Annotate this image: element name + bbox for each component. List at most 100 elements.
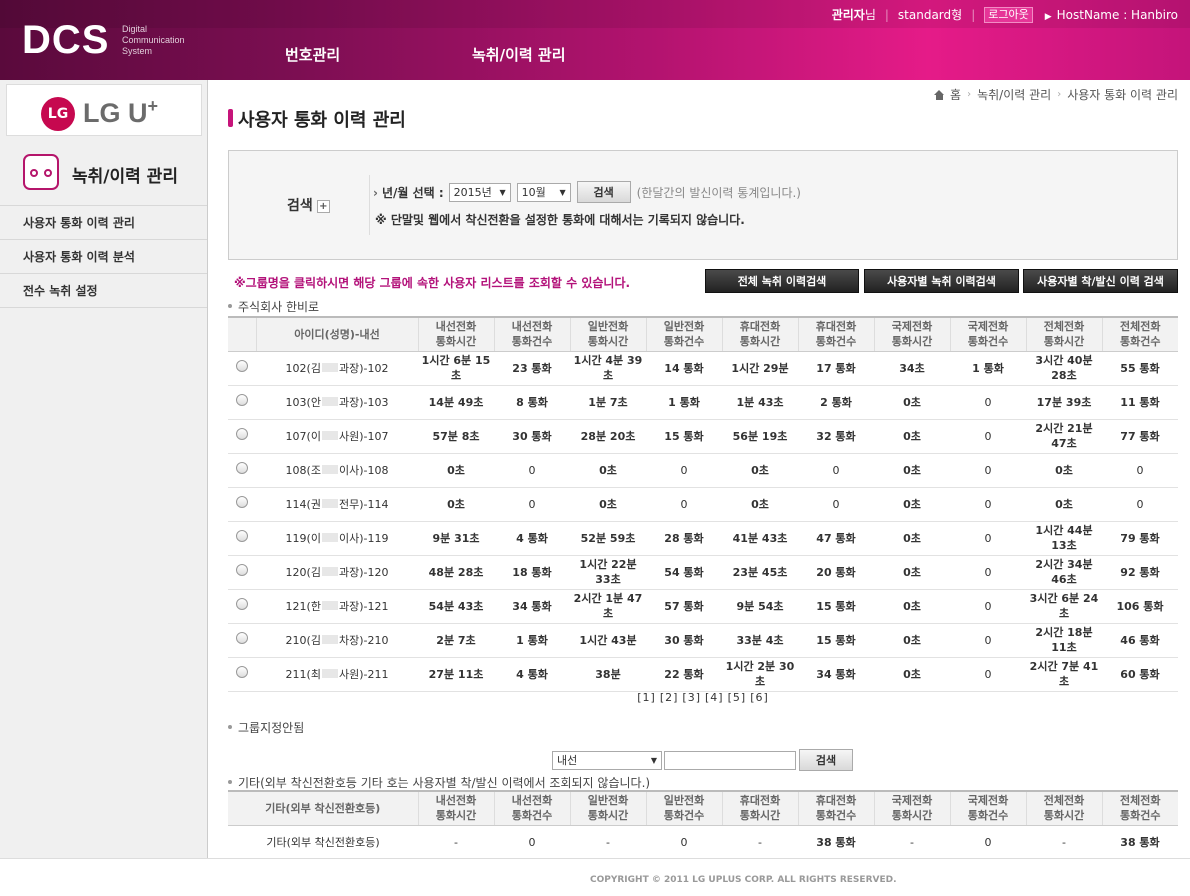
search-hint: (한달간의 발신이력 통계입니다.) xyxy=(636,185,801,200)
user-id-cell: 121(한 과장)-121 xyxy=(256,589,418,624)
stat-cell: 0 xyxy=(950,521,1026,556)
stat-cell: 0 xyxy=(950,453,1026,488)
stat-cell: 9분 54초 xyxy=(722,589,798,624)
stat-cell: 0초 xyxy=(874,555,950,590)
group-name-unassigned[interactable]: 그룹지정안됨 xyxy=(228,719,304,736)
stat-cell: - xyxy=(418,825,494,860)
row-radio-button[interactable] xyxy=(236,564,248,576)
stat-cell: 2시간 34분 46초 xyxy=(1026,555,1102,590)
all-recording-search-button[interactable]: 전체 녹취 이력검색 xyxy=(705,269,859,293)
row-radio-button[interactable] xyxy=(236,428,248,440)
stat-cell: 0 xyxy=(950,555,1026,590)
page-link[interactable]: [4] xyxy=(705,691,724,704)
hostname-label: ▶ HostName : Hanbiro xyxy=(1044,7,1178,22)
masked-name xyxy=(321,498,338,508)
breadcrumb-current: 사용자 통화 이력 관리 xyxy=(1067,88,1178,102)
stat-cell: 48분 28초 xyxy=(418,555,494,590)
stat-cell: 0초 xyxy=(418,453,494,488)
search-button[interactable]: 검색 xyxy=(576,181,631,203)
stat-cell: 23분 45초 xyxy=(722,555,798,590)
stat-cell: 15 통화 xyxy=(646,419,722,454)
group-name-hanbiro[interactable]: 주식회사 한비로 xyxy=(228,298,319,315)
breadcrumb-home[interactable]: 홈 xyxy=(950,86,961,103)
user-call-history-search-button[interactable]: 사용자별 착/발신 이력 검색 xyxy=(1023,269,1178,293)
stat-cell: 2분 7초 xyxy=(418,623,494,658)
home-icon xyxy=(934,89,945,100)
column-header: 내선전화 통화시간 xyxy=(417,316,494,352)
stat-cell: 55 통화 xyxy=(1102,351,1178,386)
sidebar-item-full-recording[interactable]: 전수 녹취 설정 xyxy=(0,274,207,308)
table-row: 기타(외부 착신전환호등) -0-0-38 통화 -0-38 통화 xyxy=(228,825,1178,860)
user-id-cell: 107(이 사원)-107 xyxy=(256,419,418,454)
row-radio-button[interactable] xyxy=(236,394,248,406)
year-select[interactable]: 2015년 ▼ xyxy=(448,182,511,202)
column-header: 내선전화 통화시간 xyxy=(417,790,494,826)
stat-cell: 0 xyxy=(950,589,1026,624)
stat-cell: 0초 xyxy=(874,657,950,692)
row-radio-button[interactable] xyxy=(236,632,248,644)
row-radio-button[interactable] xyxy=(236,360,248,372)
table-row: 211(최 사원)-211 27분 11초 4 통화 38분 22 통화 1시간 2분 30… xyxy=(228,657,1178,692)
stat-cell: 17분 39초 xyxy=(1026,385,1102,420)
masked-name xyxy=(321,668,338,678)
lg-circle-icon: LG xyxy=(41,97,75,131)
stat-cell: 0초 xyxy=(1026,453,1102,488)
month-select[interactable]: 10월 ▼ xyxy=(516,182,571,202)
stat-cell: 2시간 21분 47초 xyxy=(1026,419,1102,454)
table-row: 121(한 과장)-121 54분 43초 34 통화 2시간 1분 47초 57 통화 9… xyxy=(228,589,1178,624)
table-row: 119(이 이사)-119 9분 31초 4 통화 52분 59초 28 통화 41분 43… xyxy=(228,521,1178,556)
stat-cell: 0 xyxy=(950,419,1026,454)
select-column-header xyxy=(228,316,256,352)
sidebar-item-call-history[interactable]: 사용자 통화 이력 관리 xyxy=(0,206,207,240)
column-header: 국제전화 통화건수 xyxy=(949,316,1026,352)
table-row: 114(권 전무)-114 0초 0 0초 0 0초 0 0초 0 0초 0 xyxy=(228,487,1178,522)
row-radio-button[interactable] xyxy=(236,462,248,474)
column-header: 전체전화 통화시간 xyxy=(1025,790,1102,826)
sidebar-item-call-analysis[interactable]: 사용자 통화 이력 분석 xyxy=(0,240,207,274)
stat-cell: 0초 xyxy=(570,453,646,488)
table-row: 108(조 이사)-108 0초 0 0초 0 0초 0 0초 0 0초 0 xyxy=(228,453,1178,488)
stat-cell: 1시간 6분 15초 xyxy=(418,351,494,386)
table-row: 102(김 과장)-102 1시간 6분 15초 23 통화 1시간 4분 39초 14 … xyxy=(228,351,1178,386)
stat-cell: 0초 xyxy=(722,487,798,522)
row-radio-button[interactable] xyxy=(236,598,248,610)
row-radio-button[interactable] xyxy=(236,496,248,508)
user-id-cell: 108(조 이사)-108 xyxy=(256,453,418,488)
column-header: 기타(외부 착신전환호등) xyxy=(228,790,418,826)
plus-icon[interactable]: + xyxy=(316,200,330,213)
sidebar: LG LG U+ 녹취/이력 관리 사용자 통화 이력 관리 사용자 통화 이력… xyxy=(0,80,208,858)
filter-input[interactable] xyxy=(664,750,796,770)
date-select-label: 년/월 선택 : xyxy=(373,184,444,201)
stat-cell: 0 xyxy=(950,623,1026,658)
search-label: 검색 + xyxy=(287,195,330,215)
sidebar-section-title: 녹취/이력 관리 xyxy=(0,146,207,206)
stat-cell: 38 통화 xyxy=(798,825,874,860)
page-link[interactable]: [6] xyxy=(750,691,769,704)
filter-select[interactable]: 내선 ▼ xyxy=(552,750,662,770)
column-header: 내선전화 통화건수 xyxy=(493,790,570,826)
stat-cell: 32 통화 xyxy=(798,419,874,454)
page-link[interactable]: [5] xyxy=(728,691,747,704)
row-radio-button[interactable] xyxy=(236,666,248,678)
masked-name xyxy=(321,532,338,542)
filter-search-button[interactable]: 검색 xyxy=(799,749,853,771)
user-id-cell: 102(김 과장)-102 xyxy=(256,351,418,386)
stat-cell: 0 xyxy=(494,453,570,488)
stat-cell: 2시간 18분 11초 xyxy=(1026,623,1102,658)
dcs-logo[interactable]: DCS xyxy=(22,18,109,63)
page-link[interactable]: [1] xyxy=(637,691,656,704)
row-radio-button[interactable] xyxy=(236,530,248,542)
nav-recording-history[interactable]: 녹취/이력 관리 xyxy=(472,44,566,65)
stat-cell: 0초 xyxy=(874,419,950,454)
logout-button[interactable]: 로그아웃 xyxy=(984,6,1033,23)
page-link[interactable]: [2] xyxy=(660,691,679,704)
page-link[interactable]: [3] xyxy=(682,691,701,704)
stat-cell: 0 xyxy=(1102,487,1178,522)
breadcrumb-section[interactable]: 녹취/이력 관리 xyxy=(977,86,1051,103)
logo-subtitle: Digital Communication System xyxy=(122,24,185,56)
footer: COPYRIGHT © 2011 LG UPLUS CORP. ALL RIGH… xyxy=(0,858,1190,896)
stat-cell: 14 통화 xyxy=(646,351,722,386)
user-id-cell: 103(안 과장)-103 xyxy=(256,385,418,420)
user-recording-search-button[interactable]: 사용자별 녹취 이력검색 xyxy=(864,269,1019,293)
nav-number-management[interactable]: 번호관리 xyxy=(285,44,340,65)
